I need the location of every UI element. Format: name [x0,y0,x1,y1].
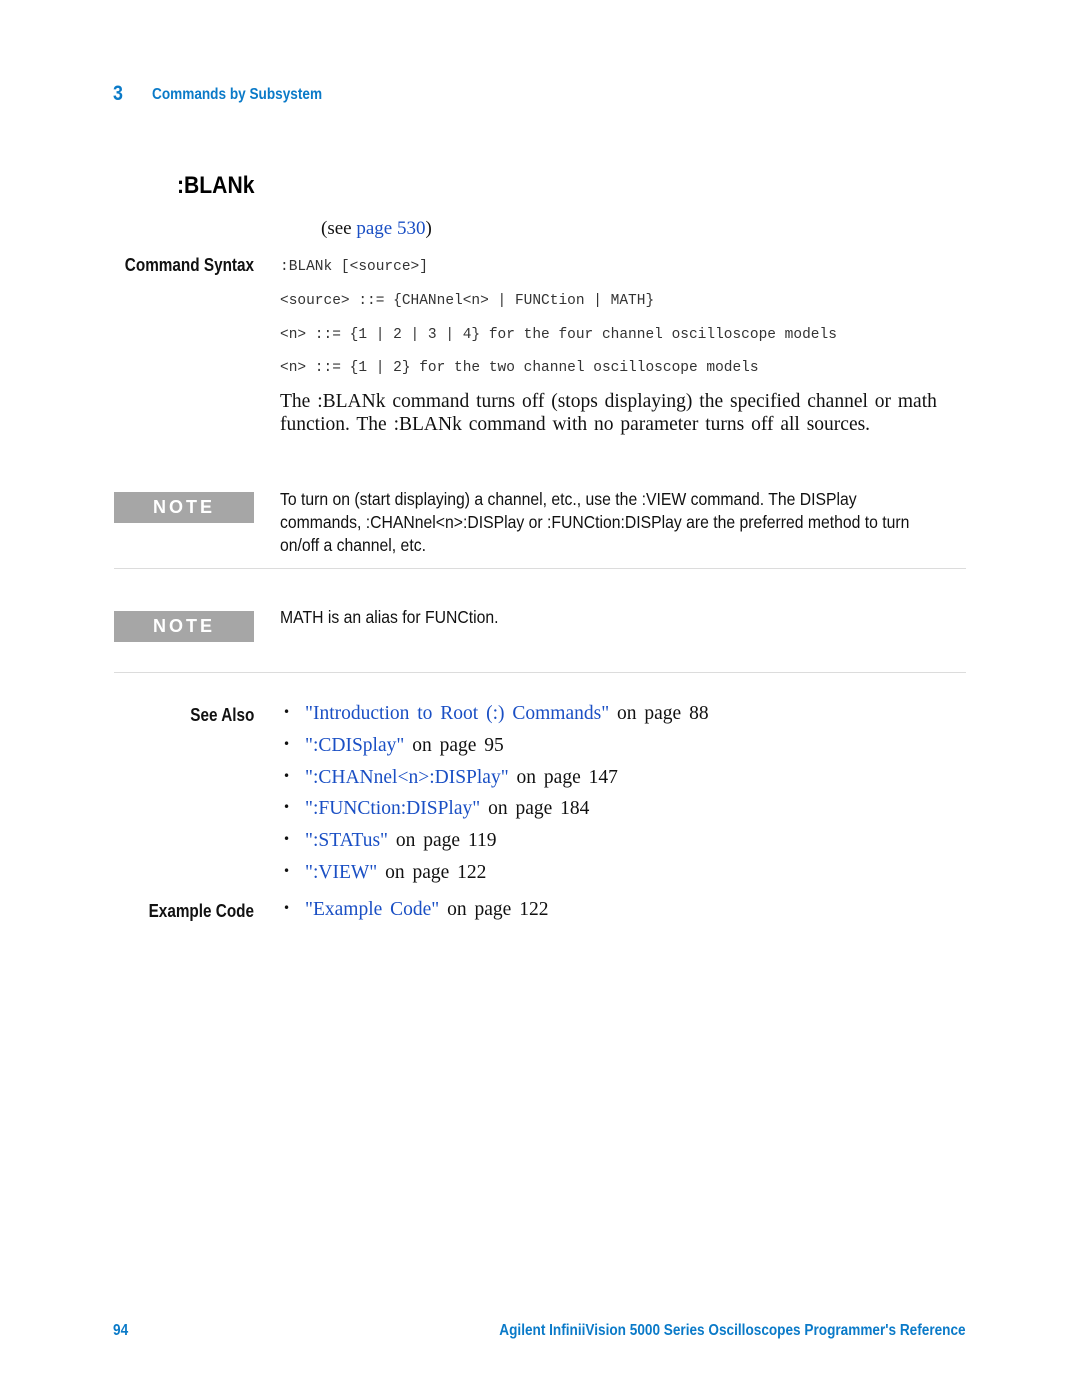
see-page-reference: (see page 530) [321,218,432,240]
command-description: The :BLANk command turns off (stops disp… [280,391,937,435]
page-reference: on page 122 [377,861,487,883]
syntax-line: <n> ::= {1 | 2 | 3 | 4} for the four cha… [280,327,837,343]
example-code-list: • "Example Code" on page 122 [283,899,548,931]
list-item: • "Example Code" on page 122 [283,899,548,931]
see-also-link[interactable]: ":VIEW" [305,862,377,883]
see-suffix: ) [425,218,432,239]
bullet-icon: • [283,705,291,719]
list-item: • ":STATus" on page 119 [283,830,709,862]
see-prefix: (see [321,218,352,239]
see-also-link[interactable]: ":STATus" [305,830,388,851]
divider [114,568,966,569]
page-reference: on page 147 [508,766,618,788]
page-reference: on page 184 [480,798,590,820]
command-syntax-label: Command Syntax [124,255,254,275]
see-also-link[interactable]: ":CDISplay" [305,735,404,756]
bullet-icon: • [283,768,291,783]
list-item: • ":FUNCtion:DISPlay" on page 184 [283,798,709,830]
divider [114,672,966,673]
note-text: MATH is an alias for FUNCtion. [280,607,499,627]
see-also-list: • "Introduction to Root (:) Commands" on … [283,703,709,894]
example-code-label: Example Code [148,901,254,921]
page-reference: on page 122 [439,899,549,920]
list-item: • ":VIEW" on page 122 [283,862,709,894]
see-page-link[interactable]: page 530 [356,218,425,239]
syntax-line: :BLANk [<source>] [280,259,428,275]
section-title: :BLANk [177,172,255,199]
bullet-icon: • [283,800,291,815]
see-also-link[interactable]: ":FUNCtion:DISPlay" [305,798,480,819]
chapter-title: Commands by Subsystem [152,86,323,103]
note-badge: NOTE [114,492,254,523]
list-item: • ":CDISplay" on page 95 [283,735,709,767]
chapter-number: 3 [113,82,123,105]
see-also-label: See Also [189,705,254,725]
list-item: • "Introduction to Root (:) Commands" on … [283,703,709,735]
note-text: To turn on (start displaying) a channel,… [280,489,910,555]
footer-page-number: 94 [113,1322,129,1339]
bullet-icon: • [283,901,291,915]
footer-book-title: Agilent InfiniiVision 5000 Series Oscill… [499,1322,966,1339]
bullet-icon: • [283,863,291,878]
see-also-link[interactable]: ":CHANnel<n>:DISPlay" [305,767,509,788]
syntax-line: <source> ::= {CHANnel<n> | FUNCtion | MA… [280,293,655,309]
example-code-link[interactable]: "Example Code" [305,899,439,920]
page-reference: on page 119 [388,830,497,852]
syntax-line: <n> ::= {1 | 2} for the two channel osci… [280,360,759,376]
note-badge: NOTE [114,611,254,642]
bullet-icon: • [283,832,291,847]
see-also-link[interactable]: "Introduction to Root (:) Commands" [305,703,609,724]
list-item: • ":CHANnel<n>:DISPlay" on page 147 [283,767,709,799]
bullet-icon: • [283,736,291,751]
page-reference: on page 88 [609,703,709,724]
page-reference: on page 95 [404,734,504,756]
